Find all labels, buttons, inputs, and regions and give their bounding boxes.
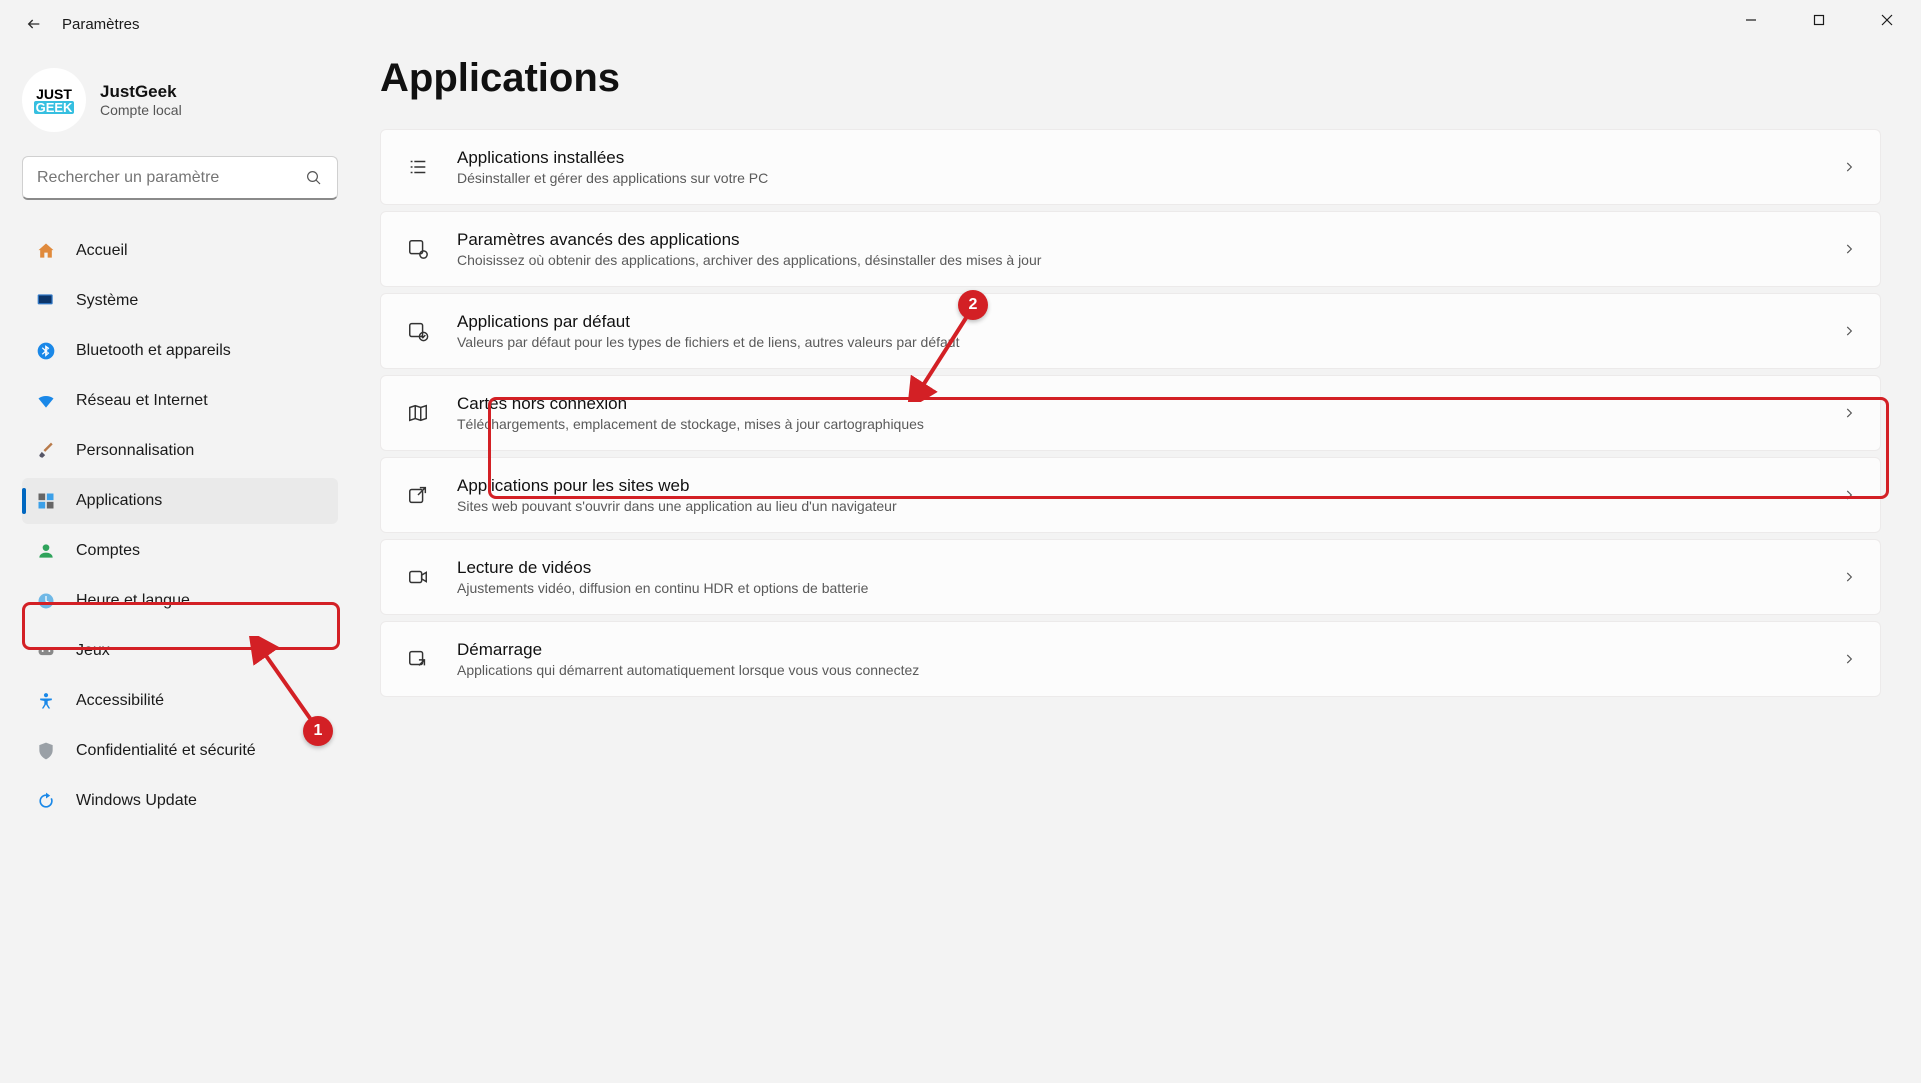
maximize-button[interactable] [1785,0,1853,40]
card-subtitle: Valeurs par défaut pour les types de fic… [457,334,1842,350]
nav-item-personalization[interactable]: Personnalisation [22,428,338,474]
gamepad-icon [36,641,56,661]
card-subtitle: Choisissez où obtenir des applications, … [457,252,1842,268]
nav-label: Système [76,292,138,310]
card-offline-maps[interactable]: Cartes hors connexion Téléchargements, e… [380,375,1881,451]
nav-item-accounts[interactable]: Comptes [22,528,338,574]
nav: Accueil Système Bluetooth et appareils R… [22,228,360,824]
profile-name: JustGeek [100,82,182,102]
app-gear-icon [405,236,431,262]
nav-item-privacy[interactable]: Confidentialité et sécurité [22,728,338,774]
clock-globe-icon [36,591,56,611]
nav-item-applications[interactable]: Applications [22,478,338,524]
apps-icon [36,491,56,511]
chevron-right-icon [1842,488,1856,502]
card-advanced-app-settings[interactable]: Paramètres avancés des applications Choi… [380,211,1881,287]
close-icon [1881,14,1893,26]
nav-item-windows-update[interactable]: Windows Update [22,778,338,824]
card-title: Applications par défaut [457,312,1842,332]
profile-block[interactable]: JUST GEEK JustGeek Compte local [22,68,360,132]
chevron-right-icon [1842,570,1856,584]
card-default-apps[interactable]: Applications par défaut Valeurs par défa… [380,293,1881,369]
chevron-right-icon [1842,324,1856,338]
profile-subtitle: Compte local [100,102,182,118]
nav-label: Heure et langue [76,592,190,610]
card-subtitle: Ajustements vidéo, diffusion en continu … [457,580,1842,596]
nav-label: Accueil [76,242,128,260]
open-link-icon [405,482,431,508]
card-title: Cartes hors connexion [457,394,1842,414]
sidebar: JUST GEEK JustGeek Compte local Accueil [0,48,360,1083]
nav-item-home[interactable]: Accueil [22,228,338,274]
minimize-button[interactable] [1717,0,1785,40]
chevron-right-icon [1842,242,1856,256]
window-controls [1717,0,1921,40]
card-title: Démarrage [457,640,1842,660]
search-input[interactable] [37,169,305,187]
nav-label: Comptes [76,542,140,560]
nav-label: Accessibilité [76,692,164,710]
avatar-line1: JUST [36,87,72,101]
card-title: Lecture de vidéos [457,558,1842,578]
avatar: JUST GEEK [22,68,86,132]
system-icon [36,291,56,311]
avatar-line2: GEEK [34,101,75,114]
nav-item-bluetooth[interactable]: Bluetooth et appareils [22,328,338,374]
chevron-right-icon [1842,406,1856,420]
nav-item-network[interactable]: Réseau et Internet [22,378,338,424]
search-icon [305,169,323,187]
nav-item-accessibility[interactable]: Accessibilité [22,678,338,724]
main-content: Applications Applications installées Dés… [360,48,1921,1083]
default-apps-icon [405,318,431,344]
close-button[interactable] [1853,0,1921,40]
card-startup[interactable]: Démarrage Applications qui démarrent aut… [380,621,1881,697]
video-icon [405,564,431,590]
titlebar: Paramètres [0,0,1921,48]
brush-icon [36,441,56,461]
card-title: Paramètres avancés des applications [457,230,1842,250]
nav-label: Windows Update [76,792,197,810]
chevron-right-icon [1842,652,1856,666]
update-icon [36,791,56,811]
nav-label: Applications [76,492,162,510]
wifi-icon [36,391,56,411]
minimize-icon [1745,14,1757,26]
nav-item-gaming[interactable]: Jeux [22,628,338,674]
nav-label: Confidentialité et sécurité [76,742,256,760]
card-installed-apps[interactable]: Applications installées Désinstaller et … [380,129,1881,205]
arrow-left-icon [26,16,42,32]
maximize-icon [1813,14,1825,26]
startup-icon [405,646,431,672]
list-icon [405,154,431,180]
nav-item-system[interactable]: Système [22,278,338,324]
card-title: Applications pour les sites web [457,476,1842,496]
card-subtitle: Applications qui démarrent automatiqueme… [457,662,1842,678]
search-box[interactable] [22,156,338,200]
person-icon [36,541,56,561]
map-icon [405,400,431,426]
nav-label: Personnalisation [76,442,194,460]
nav-item-time-language[interactable]: Heure et langue [22,578,338,624]
nav-label: Réseau et Internet [76,392,208,410]
nav-label: Jeux [76,642,110,660]
card-apps-for-websites[interactable]: Applications pour les sites web Sites we… [380,457,1881,533]
nav-label: Bluetooth et appareils [76,342,231,360]
card-subtitle: Sites web pouvant s'ouvrir dans une appl… [457,498,1842,514]
shield-icon [36,741,56,761]
card-subtitle: Téléchargements, emplacement de stockage… [457,416,1842,432]
bluetooth-icon [36,341,56,361]
accessibility-icon [36,691,56,711]
card-title: Applications installées [457,148,1842,168]
window-title: Paramètres [62,16,140,33]
page-title: Applications [380,56,1881,101]
card-video-playback[interactable]: Lecture de vidéos Ajustements vidéo, dif… [380,539,1881,615]
card-subtitle: Désinstaller et gérer des applications s… [457,170,1842,186]
chevron-right-icon [1842,160,1856,174]
home-icon [36,241,56,261]
back-button[interactable] [24,14,44,34]
